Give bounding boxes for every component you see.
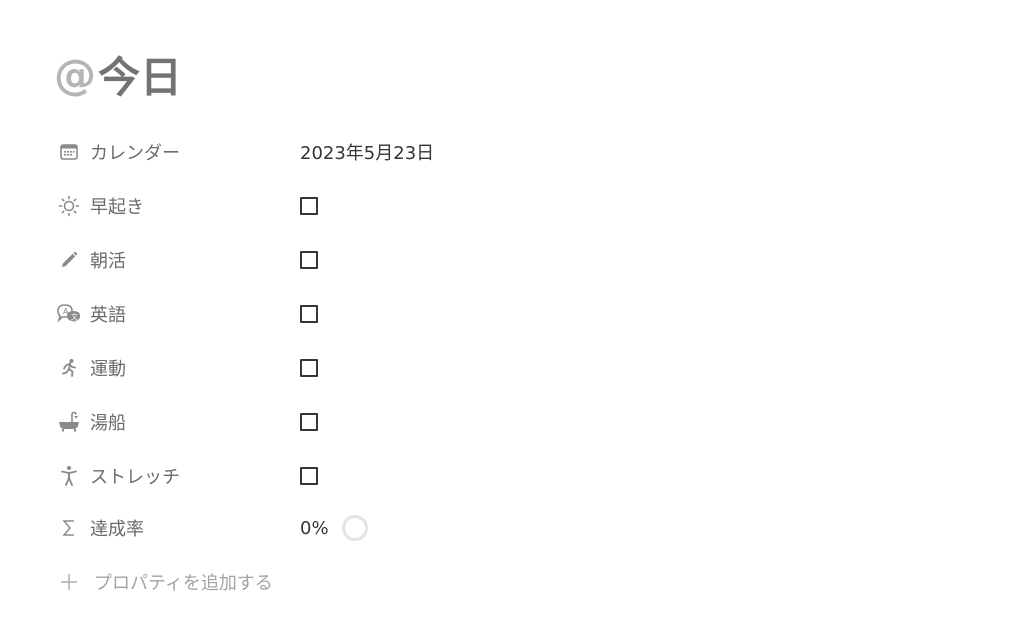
stretching-person-icon xyxy=(56,463,82,489)
property-label-text: 湯船 xyxy=(90,413,126,434)
property-row-undou: 運動 xyxy=(56,351,756,385)
svg-text:A: A xyxy=(63,307,69,316)
checkbox-undou[interactable] xyxy=(300,359,318,377)
checkbox-hayaoki[interactable] xyxy=(300,197,318,215)
property-label-text: 早起き xyxy=(90,197,144,218)
add-property-label: プロパティを追加する xyxy=(94,573,273,594)
checkbox-stretch[interactable] xyxy=(300,467,318,485)
property-label-undou[interactable]: 運動 xyxy=(56,351,300,385)
sigma-icon xyxy=(56,515,82,541)
progress-ring xyxy=(341,515,368,541)
property-row-asakatsu: 朝活 xyxy=(56,243,756,277)
date-value[interactable]: 2023年5月23日 xyxy=(300,135,434,169)
sun-icon xyxy=(56,193,82,219)
add-property-button[interactable]: プロパティを追加する xyxy=(56,565,273,599)
property-row-eigo: A 文 英語 xyxy=(56,297,756,331)
property-label-tasseiritsu[interactable]: 達成率 xyxy=(56,511,300,545)
property-label-text: 朝活 xyxy=(90,251,126,272)
property-label-text: ストレッチ xyxy=(90,467,180,488)
property-label-eigo[interactable]: A 文 英語 xyxy=(56,297,300,331)
bathtub-icon xyxy=(56,409,82,435)
property-label-text: 英語 xyxy=(90,305,126,326)
property-label-hayaoki[interactable]: 早起き xyxy=(56,189,300,223)
property-label-text: 達成率 xyxy=(90,519,144,540)
checkbox-eigo[interactable] xyxy=(300,305,318,323)
property-label-asakatsu[interactable]: 朝活 xyxy=(56,243,300,277)
svg-text:文: 文 xyxy=(71,312,78,321)
property-row-hayaoki: 早起き xyxy=(56,189,756,223)
property-row-stretch: ストレッチ xyxy=(56,459,756,493)
property-row-yubune: 湯船 xyxy=(56,405,756,439)
property-row-tasseiritsu: 達成率 0% xyxy=(56,511,756,545)
checkbox-yubune[interactable] xyxy=(300,413,318,431)
achievement-rate-text: 0% xyxy=(300,517,329,539)
property-row-calendar: カレンダー 2023年5月23日 xyxy=(56,135,756,169)
formula-value[interactable]: 0% xyxy=(300,511,369,545)
property-label-text: カレンダー xyxy=(90,143,180,164)
pencil-icon xyxy=(56,247,82,273)
property-label-yubune[interactable]: 湯船 xyxy=(56,405,300,439)
chat-bubbles-icon: A 文 xyxy=(56,301,82,327)
plus-icon xyxy=(56,569,82,595)
checkbox-asakatsu[interactable] xyxy=(300,251,318,269)
page-title[interactable]: @ 今日 xyxy=(54,44,182,104)
property-label-stretch[interactable]: ストレッチ xyxy=(56,459,300,493)
property-label-text: 運動 xyxy=(90,359,126,380)
running-person-icon xyxy=(56,355,82,381)
page-title-prefix: @ xyxy=(54,49,96,99)
page-title-text: 今日 xyxy=(98,52,183,102)
calendar-icon xyxy=(56,139,82,165)
property-label-calendar[interactable]: カレンダー xyxy=(56,135,300,169)
